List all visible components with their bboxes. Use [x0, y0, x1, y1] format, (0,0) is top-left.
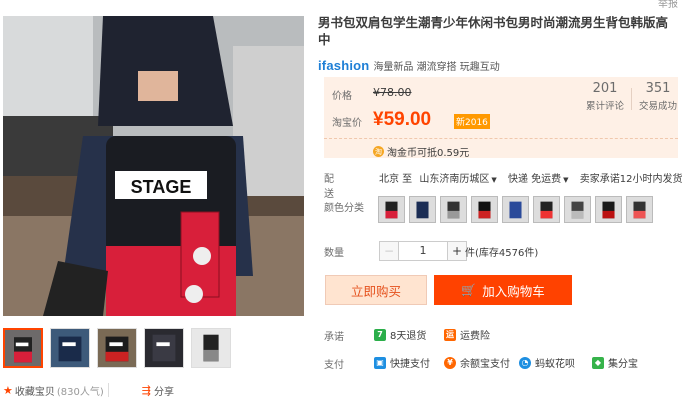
share-icon: ⇶: [141, 384, 151, 397]
ship-method[interactable]: 快递 免运费 ▼: [508, 174, 569, 185]
ifashion-logo: ifashion: [318, 58, 370, 73]
payment-method-label: 集分宝: [608, 359, 638, 370]
new-badge: 新2016: [454, 114, 490, 129]
destination-select[interactable]: 山东济南历城区 ▼: [419, 174, 496, 185]
share-label: 分享: [153, 387, 174, 398]
destination-text: 山东济南历城区: [419, 174, 490, 185]
original-price: ¥78.00: [373, 86, 412, 99]
buy-now-button[interactable]: 立即购买: [325, 275, 427, 305]
main-product-image[interactable]: STAGE: [3, 16, 304, 316]
favorite-button[interactable]: ★ 收藏宝贝 (830人气): [3, 383, 104, 398]
color-swatch-6[interactable]: [533, 196, 560, 223]
add-to-cart-label: 加入购物车: [482, 283, 545, 299]
stock-text: 件(库存4576件): [465, 248, 539, 259]
chevron-down-icon: ▼: [491, 176, 497, 184]
report-link[interactable]: 举报: [658, 0, 678, 10]
color-swatch-1[interactable]: [378, 196, 405, 223]
add-to-cart-button[interactable]: 🛒 加入购物车: [434, 275, 572, 305]
thumbnail-strip: [3, 328, 238, 368]
payment-label: 支付: [324, 360, 344, 371]
popularity-count: (830人气): [56, 387, 104, 398]
coin-offer-text[interactable]: 淘金币可抵0.59元: [387, 144, 469, 159]
quick-pay-icon: ▣: [374, 356, 386, 369]
brand-row[interactable]: ifashion 海量新品 潮流穿搭 玩趣互动: [318, 58, 500, 73]
thumbnail-3[interactable]: [97, 328, 137, 368]
coin-icon: 淘: [373, 146, 384, 157]
return-policy[interactable]: 7 8天退货: [374, 327, 426, 342]
color-swatch-5[interactable]: [502, 196, 529, 223]
shipping-info: 北京 至 山东济南历城区 ▼ 快递 免运费 ▼ 卖家承诺12小时内发货: [379, 170, 682, 185]
color-swatch-4[interactable]: [471, 196, 498, 223]
thumbnail-4[interactable]: [144, 328, 184, 368]
quantity-input[interactable]: 1: [399, 241, 447, 261]
color-swatch-8[interactable]: [595, 196, 622, 223]
thumbnail-1[interactable]: [3, 328, 43, 368]
payment-method-label: 蚂蚁花呗: [535, 359, 575, 370]
color-swatch-9[interactable]: [626, 196, 653, 223]
gallery-actions: ★ 收藏宝贝 (830人气) ⇶ 分享: [3, 383, 174, 398]
payment-method-label: 快捷支付: [390, 359, 430, 370]
payment-quick[interactable]: ▣ 快捷支付: [374, 355, 430, 370]
buy-now-label: 立即购买: [350, 283, 401, 299]
return-text: 8天退货: [390, 331, 427, 342]
cart-icon: 🛒: [461, 283, 477, 297]
color-swatch-2[interactable]: [409, 196, 436, 223]
sales-count-stat: 351 交易成功: [639, 81, 677, 112]
freight-icon: 运: [444, 328, 456, 341]
jifenbao-icon: ◆: [592, 356, 604, 369]
star-icon: ★: [3, 384, 13, 397]
quantity-increase-button[interactable]: +: [447, 241, 467, 261]
ship-method-text: 快递 免运费: [507, 174, 562, 185]
huabei-icon: ◔: [519, 356, 531, 369]
share-button[interactable]: ⇶ 分享: [142, 383, 174, 398]
payment-jifenbao[interactable]: ◆ 集分宝: [592, 355, 638, 370]
ship-from: 北京 至: [379, 174, 413, 185]
brand-tagline: 海量新品 潮流穿搭 玩趣互动: [373, 62, 500, 73]
color-swatch-7[interactable]: [564, 196, 591, 223]
promo-price-label: 淘宝价: [332, 118, 362, 129]
ship-promise: 卖家承诺12小时内发货: [579, 174, 683, 185]
payment-huabei[interactable]: ◔ 蚂蚁花呗: [519, 355, 575, 370]
quantity-stepper: − 1 +: [379, 241, 467, 261]
promise-label: 承诺: [324, 332, 344, 343]
quantity-decrease-button[interactable]: −: [379, 241, 399, 261]
color-label: 颜色分类: [324, 203, 364, 214]
thumbnail-5[interactable]: [191, 328, 231, 368]
return-icon: 7: [374, 328, 386, 341]
quantity-label: 数量: [324, 248, 344, 259]
freight-insurance[interactable]: 运 运费险: [444, 327, 490, 342]
product-title: 男书包双肩包学生潮青少年休闲书包男时尚潮流男生背包韩版高中: [318, 15, 669, 47]
review-count-label: 累计评论: [586, 101, 625, 112]
freight-text: 运费险: [460, 331, 490, 342]
yuebao-icon: ¥: [444, 356, 456, 369]
original-price-label: 价格: [332, 91, 352, 102]
promo-price: ¥59.00: [373, 109, 432, 130]
color-swatch-3[interactable]: [440, 196, 467, 223]
shipping-label: 配送: [324, 174, 334, 200]
coin-offer-row: 淘 淘金币可抵0.59元: [324, 138, 678, 159]
thumbnail-2[interactable]: [50, 328, 90, 368]
review-count: 201: [592, 81, 618, 96]
payment-method-label: 余额宝支付: [460, 359, 510, 370]
stage-print: STAGE: [131, 177, 192, 197]
sales-count: 351: [645, 81, 671, 96]
review-count-stat[interactable]: 201 累计评论: [586, 81, 624, 112]
favorite-label: 收藏宝贝: [14, 387, 55, 398]
sales-count-label: 交易成功: [639, 101, 678, 112]
payment-yuebao[interactable]: ¥ 余额宝支付: [444, 355, 510, 370]
chevron-down-icon: ▼: [563, 176, 569, 184]
